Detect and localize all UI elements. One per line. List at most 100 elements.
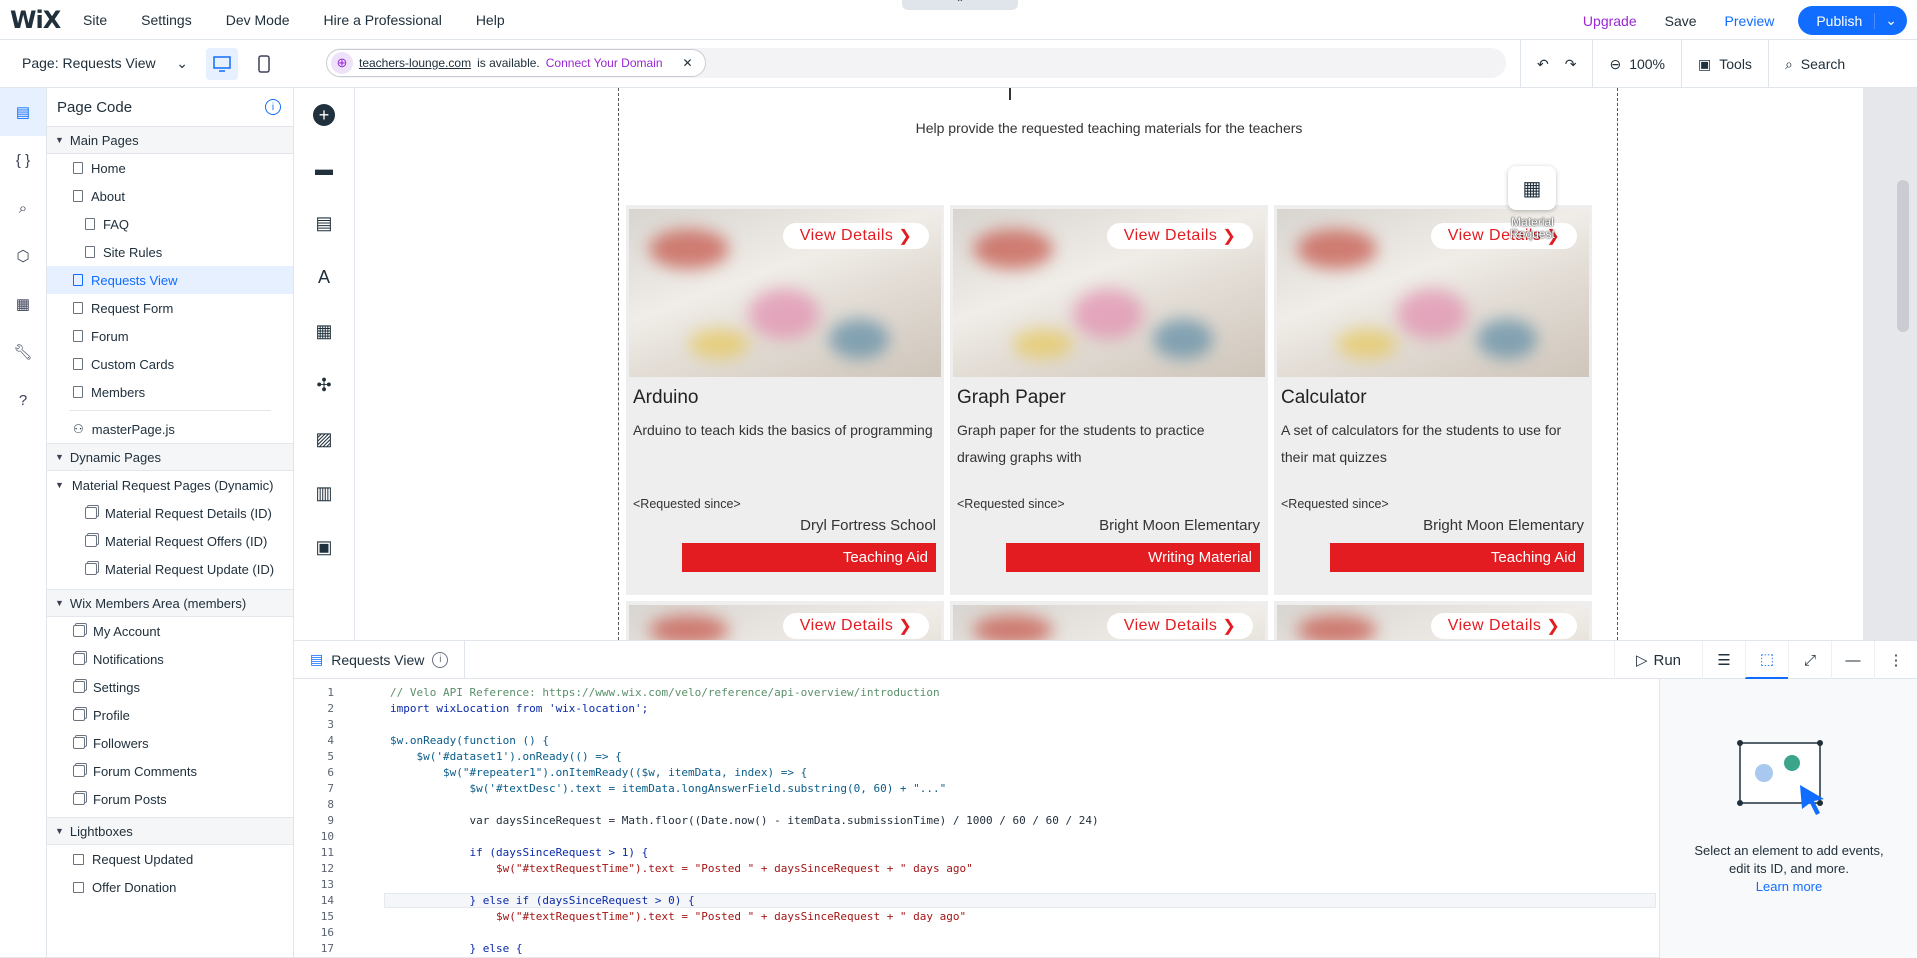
members-page-forum-posts[interactable]: Forum Posts xyxy=(47,785,293,813)
card-tag[interactable]: Teaching Aid xyxy=(1330,543,1584,572)
view-details-button[interactable]: View Details ❯ xyxy=(783,613,929,639)
canvas-scrollbar[interactable] xyxy=(1897,180,1909,332)
card-image[interactable]: View Details ❯ xyxy=(953,209,1265,377)
page-selector[interactable]: Page: Requests View ⌄ xyxy=(0,55,206,72)
members-page-forum-comments[interactable]: Forum Comments xyxy=(47,757,293,785)
members-page-settings[interactable]: Settings xyxy=(47,673,293,701)
page-subtitle[interactable]: Help provide the requested teaching mate… xyxy=(355,120,1863,136)
repeater-item[interactable]: View Details ❯ xyxy=(950,601,1268,640)
zoom-control[interactable]: ⊖ 100% xyxy=(1593,56,1681,73)
page-item-faq[interactable]: FAQ xyxy=(47,210,293,238)
help-icon[interactable]: ? xyxy=(0,376,46,424)
repeater-item[interactable]: View Details ❯ Calculator A set of calcu… xyxy=(1274,205,1592,595)
page-item-forum[interactable]: Forum xyxy=(47,322,293,350)
select-element-icon[interactable]: ⬚ xyxy=(1745,641,1788,679)
run-button[interactable]: ▷ Run xyxy=(1614,641,1702,679)
editor-canvas[interactable]: Help provide the requested teaching mate… xyxy=(355,88,1917,640)
search-button[interactable]: ⌕ Search xyxy=(1769,56,1861,73)
dynamic-page-details[interactable]: Material Request Details (ID) xyxy=(47,499,293,527)
wrench-icon[interactable]: 🔧︎ xyxy=(0,328,46,376)
code-line[interactable]: $w('#dataset1').onReady(() => { xyxy=(390,750,621,763)
page-item-about[interactable]: About xyxy=(47,182,293,210)
card-image[interactable]: View Details ❯ xyxy=(629,209,941,377)
members-page-my-account[interactable]: My Account xyxy=(47,617,293,645)
expand-icon[interactable]: ⤢ xyxy=(1788,641,1831,679)
section-main-pages[interactable]: ▼ Main Pages xyxy=(47,126,293,154)
card-image[interactable]: View Details ❯ xyxy=(953,605,1265,640)
card-description[interactable]: Arduino to teach kids the basics of prog… xyxy=(633,417,933,444)
card-description[interactable]: Graph paper for the students to practice… xyxy=(957,417,1257,471)
info-icon[interactable]: i xyxy=(265,99,281,115)
apps-icon[interactable]: ▦ xyxy=(294,304,354,358)
code-line[interactable]: $w("#repeater1").onItemReady(($w, itemDa… xyxy=(390,766,807,779)
add-icon[interactable]: + xyxy=(294,88,354,142)
section-members-area[interactable]: ▼ Wix Members Area (members) xyxy=(47,589,293,617)
page-item-members[interactable]: Members xyxy=(47,378,293,406)
braces-icon[interactable]: { } xyxy=(0,136,46,184)
search-icon[interactable]: ⌕ xyxy=(0,184,46,232)
members-page-notifications[interactable]: Notifications xyxy=(47,645,293,673)
repeater-item[interactable]: View Details ❯ xyxy=(626,601,944,640)
page-item-request-form[interactable]: Request Form xyxy=(47,294,293,322)
view-details-button[interactable]: View Details ❯ xyxy=(783,223,929,249)
repeater-item[interactable]: View Details ❯ xyxy=(1274,601,1592,640)
upgrade-link[interactable]: Upgrade xyxy=(1569,13,1651,29)
desktop-view-icon[interactable] xyxy=(206,47,238,80)
card-image[interactable]: View Details ❯ xyxy=(629,605,941,640)
code-line[interactable]: // Velo API Reference: https://www.wix.c… xyxy=(390,686,940,699)
code-editor[interactable]: 1 2 3 4 5 6 7 8 9 10 11 12 13 14 15 16 1… xyxy=(294,679,1659,958)
save-button[interactable]: Save xyxy=(1651,13,1711,29)
card-school[interactable]: Dryl Fortress School xyxy=(800,517,936,534)
lightbox-offer-donation[interactable]: Offer Donation xyxy=(47,873,293,901)
dynamic-page-update[interactable]: Material Request Update (ID) xyxy=(47,555,293,583)
card-title[interactable]: Calculator xyxy=(1281,387,1367,409)
requested-since-text[interactable]: <Requested since> xyxy=(957,497,1065,511)
mobile-view-icon[interactable] xyxy=(248,48,280,80)
wix-logo[interactable]: WiX xyxy=(10,6,66,34)
page-icon[interactable]: ▤ xyxy=(294,196,354,250)
dataset-icon[interactable]: ▦ xyxy=(1508,166,1556,210)
requested-since-text[interactable]: <Requested since> xyxy=(1281,497,1389,511)
members-page-followers[interactable]: Followers xyxy=(47,729,293,757)
code-line[interactable]: import wixLocation from 'wix-location'; xyxy=(390,702,648,715)
master-page-item[interactable]: ⚇ masterPage.js xyxy=(47,415,293,443)
code-line[interactable]: $w("#textRequestTime").text = "Posted " … xyxy=(390,910,966,923)
menu-site[interactable]: Site xyxy=(66,12,124,28)
media-icon[interactable]: ▨ xyxy=(294,412,354,466)
repeater-item[interactable]: View Details ❯ Graph Paper Graph paper f… xyxy=(950,205,1268,595)
page-code-icon[interactable]: ▤ xyxy=(0,88,46,136)
minimize-icon[interactable]: — xyxy=(1831,641,1874,679)
domain-url[interactable]: teachers-lounge.com xyxy=(359,56,471,70)
card-tag[interactable]: Writing Material xyxy=(1006,543,1260,572)
section-lightboxes[interactable]: ▼ Lightboxes xyxy=(47,817,293,845)
page-item-site-rules[interactable]: Site Rules xyxy=(47,238,293,266)
code-line[interactable]: if (daysSinceRequest > 1) { xyxy=(390,846,648,859)
menu-hire-professional[interactable]: Hire a Professional xyxy=(307,12,459,28)
page-item-home[interactable]: Home xyxy=(47,154,293,182)
card-title[interactable]: Graph Paper xyxy=(957,387,1066,409)
database-icon[interactable]: ▦ xyxy=(0,280,46,328)
table-icon[interactable]: ▥ xyxy=(294,466,354,520)
publish-button[interactable]: Publish xyxy=(1798,12,1876,29)
info-icon[interactable]: i xyxy=(432,651,449,668)
undo-icon[interactable]: ↶ xyxy=(1521,56,1565,73)
business-icon[interactable]: ▣ xyxy=(294,520,354,574)
code-line[interactable]: } else if (daysSinceRequest > 0) { xyxy=(390,894,694,907)
page-item-custom-cards[interactable]: Custom Cards xyxy=(47,350,293,378)
puzzle-icon[interactable]: ✣ xyxy=(294,358,354,412)
menu-dev-mode[interactable]: Dev Mode xyxy=(209,12,307,28)
card-school[interactable]: Bright Moon Elementary xyxy=(1099,517,1260,534)
code-tab[interactable]: ▤ Requests View i xyxy=(294,640,466,679)
card-description[interactable]: A set of calculators for the students to… xyxy=(1281,417,1581,471)
redo-icon[interactable]: ↷ xyxy=(1565,56,1593,73)
code-line[interactable]: var daysSinceRequest = Math.floor((Date.… xyxy=(390,814,1098,827)
menu-settings[interactable]: Settings xyxy=(124,12,209,28)
connect-domain-link[interactable]: Connect Your Domain xyxy=(546,56,663,70)
design-icon[interactable]: A xyxy=(294,250,354,304)
members-page-profile[interactable]: Profile xyxy=(47,701,293,729)
card-school[interactable]: Bright Moon Elementary xyxy=(1423,517,1584,534)
tools-button[interactable]: ▣ Tools xyxy=(1682,56,1768,73)
code-line[interactable]: $w.onReady(function () { xyxy=(390,734,549,747)
menu-help[interactable]: Help xyxy=(459,12,522,28)
view-details-button[interactable]: View Details ❯ xyxy=(1107,223,1253,249)
